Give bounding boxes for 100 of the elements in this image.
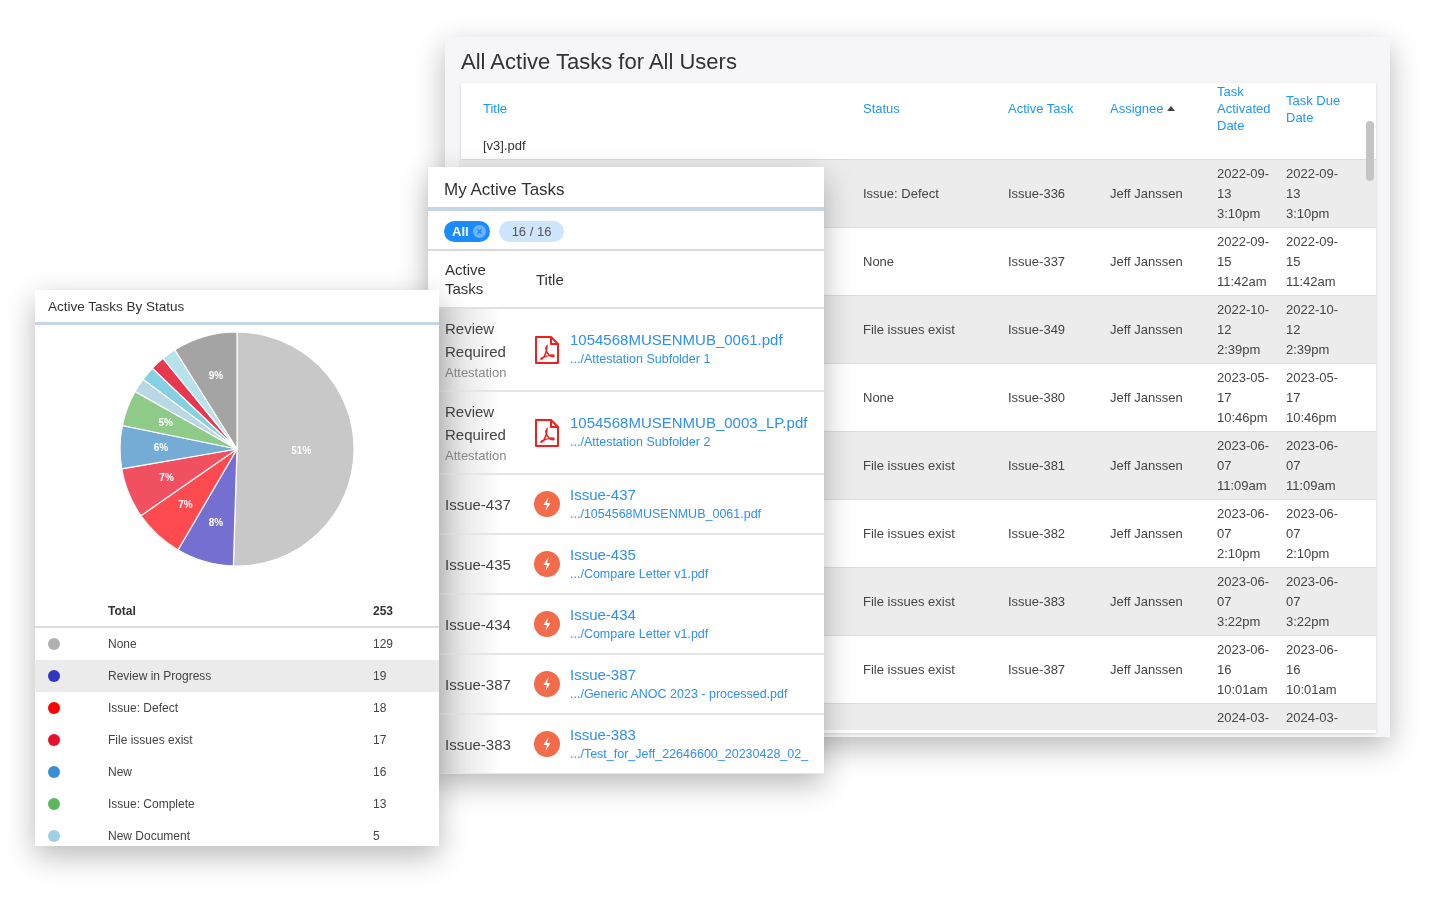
status-name: None [108,636,137,653]
task-name: Review Required [445,318,507,362]
table-cell-text: 2023-06-16 10:01am [1286,640,1340,699]
table-cell-text: Issue-387 [1008,660,1066,679]
table-cell-text: 2023-06-07 3:22pm [1217,572,1271,631]
task-name: Issue-387 [445,674,512,695]
file-link[interactable]: 1054568MUSENMUB_0003_LP.pdf [570,413,808,434]
slice-label: 8% [208,516,224,528]
task-name: Issue-383 [445,734,512,755]
table-cell-text: 2022-09-15 11:42am [1217,232,1271,291]
pdf-file-icon [534,418,560,447]
folder-path-link[interactable]: .../Generic ANOC 2023 - processed.pdf [570,684,788,704]
table-cell-text: Issue-337 [1008,252,1066,271]
table-cell-text: 2022-10-12 2:39pm [1286,300,1340,359]
filter-chip[interactable]: All [444,221,490,242]
slice-label: 7% [178,499,193,511]
table-cell-text: Issue-382 [1008,524,1066,543]
legend-row[interactable]: None 129 [35,628,439,660]
scrollbar-thumb[interactable] [1366,121,1374,181]
file-link[interactable]: 1054568MUSENMUB_0061.pdf [570,330,783,351]
file-link[interactable]: Issue-434 [570,604,709,625]
table-cell-text: Jeff Janssen [1110,184,1183,203]
slice-label: 9% [208,370,224,382]
status-count: 13 [373,796,387,813]
slice-label: 6% [153,442,169,454]
file-link[interactable]: Issue-435 [570,544,709,565]
table-cell-text: File issues exist [863,456,955,475]
table-cell-text: Jeff Janssen [1110,456,1183,475]
table-cell-text: Issue-383 [1008,592,1066,611]
status-name: Issue: Complete [108,796,195,813]
table-cell-text: [v3].pdf [483,137,526,156]
table-cell-text: 2022-09-13 3:10pm [1217,164,1271,223]
slice-label: 5% [158,416,174,428]
table-cell-text: Jeff Janssen [1110,252,1183,271]
filter-chip[interactable]: 16 / 16 [498,221,565,242]
column-header: Title [536,269,564,289]
table-cell-text: 2024-03- [1217,709,1270,727]
status-count: 5 [373,828,380,845]
table-cell-text: File issues exist [863,660,955,679]
task-type: Attestation [445,446,508,465]
close-icon[interactable] [472,225,486,238]
total-count: 253 [373,602,394,620]
table-cell-text: File issues exist [863,524,955,543]
folder-path-link[interactable]: .../Attestation Subfolder 1 [570,350,783,369]
table-cell-text: Jeff Janssen [1110,660,1183,679]
column-header: Active Tasks [445,260,487,298]
file-link[interactable]: Issue-383 [570,724,809,745]
task-name: Issue-434 [445,614,512,635]
folder-path-link[interactable]: .../Test_for_Jeff_22646600_20230428_02_ [570,744,809,764]
column-header[interactable]: Assignee [1110,100,1164,117]
file-link[interactable]: Issue-387 [570,664,788,685]
table-cell-text: 2022-10-12 2:39pm [1217,300,1271,359]
panel-title: All Active Tasks for All Users [460,48,738,76]
column-header[interactable]: Status [863,100,900,117]
legend-row[interactable]: New 16 [35,756,439,788]
table-cell-text: None [863,252,895,271]
slice-label: 7% [159,472,174,484]
legend-row[interactable]: Issue: Complete 13 [35,788,439,820]
panel-title: Active Tasks By Status [35,290,439,325]
table-cell-text: Jeff Janssen [1110,320,1183,339]
table-cell-text: 2023-06-07 3:22pm [1286,572,1340,631]
table-cell-text: 2023-05-17 10:46pm [1286,368,1340,427]
column-header[interactable]: Task Activated Date [1217,83,1280,134]
table-cell-text: 2023-06-07 11:09am [1217,436,1271,495]
table-cell-text: 2023-05-17 10:46pm [1217,368,1271,427]
column-header[interactable]: Active Task [1008,100,1074,117]
folder-path-link[interactable]: .../Attestation Subfolder 2 [570,433,808,452]
table-cell-text: Issue-349 [1008,320,1066,339]
legend-row[interactable]: New Document 5 [35,820,439,846]
table-cell-text: File issues exist [863,320,955,339]
status-count: 129 [373,636,394,653]
status-name: New Document [108,828,191,845]
table-cell-text: 2022-09-13 3:10pm [1286,164,1340,223]
table-cell-text: 2023-06-16 10:01am [1217,640,1271,699]
table-cell-text: Jeff Janssen [1110,388,1183,407]
table-cell-text: Jeff Janssen [1110,592,1183,611]
pdf-file-icon [534,335,560,364]
table-cell-text: Issue-380 [1008,388,1066,407]
task-name: Issue-435 [445,554,512,575]
legend-row[interactable]: Review in Progress 19 [35,660,439,692]
folder-path-link[interactable]: .../1054568MUSENMUB_0061.pdf [570,504,762,524]
table-cell-text: Issue-336 [1008,184,1066,203]
folder-path-link[interactable]: .../Compare Letter v1.pdf [570,624,709,644]
legend-row[interactable]: Issue: Defect 18 [35,692,439,724]
column-header[interactable]: Task Due Date [1286,91,1370,126]
lightning-icon [534,491,560,517]
task-name: Review Required [445,401,507,445]
task-name: Issue-437 [445,494,512,515]
file-link[interactable]: Issue-437 [570,484,762,505]
folder-path-link[interactable]: .../Compare Letter v1.pdf [570,564,709,584]
table-cell-text: Issue-381 [1008,456,1066,475]
table-cell-text: None [863,388,895,407]
lightning-icon [534,551,560,577]
lightning-icon [534,731,560,757]
status-count: 17 [373,732,387,749]
status-name: Issue: Defect [108,700,179,717]
task-type: Attestation [445,363,508,382]
lightning-icon [534,671,560,697]
column-header[interactable]: Title [483,100,508,117]
legend-row[interactable]: File issues exist 17 [35,724,439,756]
